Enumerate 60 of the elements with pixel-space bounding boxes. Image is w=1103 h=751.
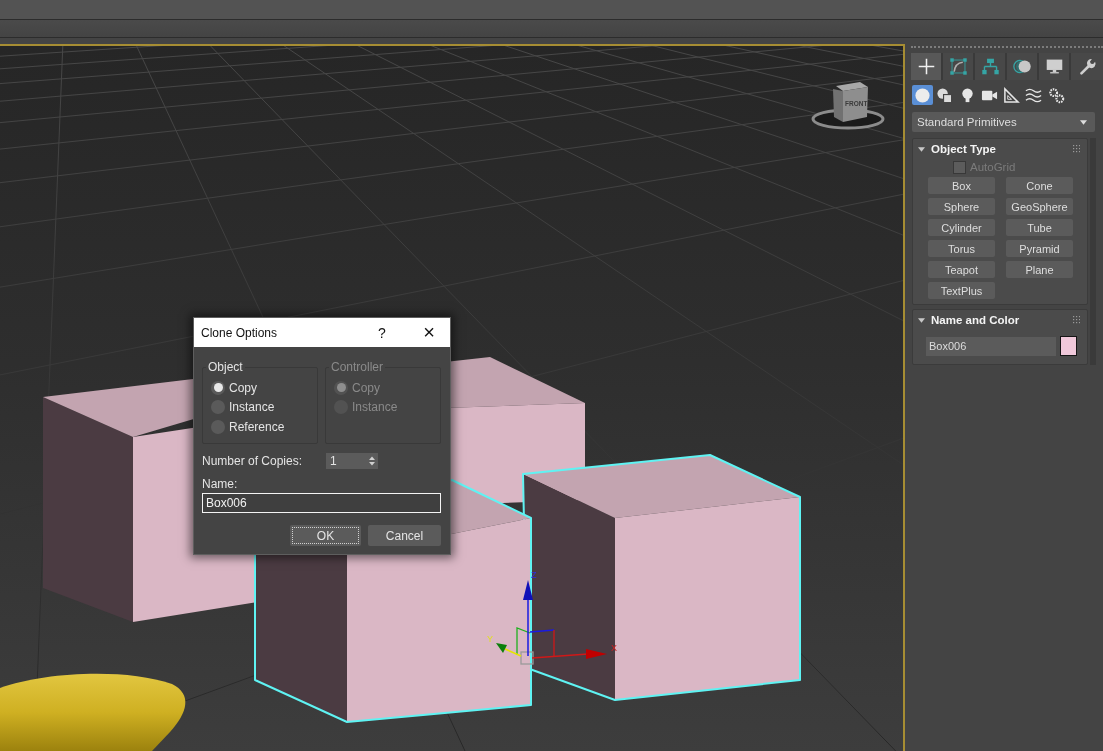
name-field[interactable]: Box006 — [202, 493, 441, 513]
monitor-icon — [1044, 57, 1064, 76]
ruler-triangle-icon — [1003, 86, 1021, 104]
rollout-title[interactable]: Object Type — [931, 143, 1073, 155]
triangle-icon[interactable] — [918, 316, 925, 324]
category-button[interactable] — [912, 85, 933, 105]
primitive-button[interactable]: Torus — [928, 240, 995, 257]
circles-icon — [1012, 57, 1032, 76]
group-title: Object — [207, 360, 244, 374]
triangle-icon[interactable] — [918, 145, 925, 153]
sphere-icon — [914, 86, 931, 104]
drag-handle[interactable] — [911, 46, 1103, 48]
caret-icon — [1080, 119, 1087, 125]
box-object[interactable] — [522, 454, 801, 701]
circle-square-icon — [936, 86, 954, 104]
primitive-button[interactable]: Box — [928, 177, 995, 194]
primitive-button[interactable]: Teapot — [928, 261, 995, 278]
wrench-icon — [1077, 57, 1097, 76]
primitive-button[interactable]: TextPlus — [928, 282, 995, 299]
close-button[interactable]: × — [416, 318, 442, 347]
radio-button[interactable] — [211, 380, 225, 395]
copies-spinner[interactable]: 1 — [326, 453, 378, 469]
dialog-title: Clone Options — [200, 325, 279, 340]
group-title: Controller — [330, 360, 385, 374]
gears-icon — [1047, 86, 1065, 104]
gizmo-plane-handles[interactable] — [516, 627, 555, 665]
primitive-button[interactable]: Cylinder — [928, 219, 995, 236]
spinner-arrows-icon[interactable] — [369, 456, 375, 466]
primitive-button[interactable]: Cone — [1006, 177, 1073, 194]
viewcube[interactable] — [811, 82, 885, 130]
ok-button[interactable]: OK — [290, 525, 361, 546]
axis-arrow[interactable] — [496, 643, 522, 657]
waves-icon — [1025, 86, 1043, 104]
radio-label[interactable]: Copy — [229, 380, 257, 395]
copies-label: Number of Copies: — [202, 454, 304, 468]
primitive-button[interactable]: Plane — [1006, 261, 1073, 278]
hierarchy-icon — [980, 57, 1000, 76]
grip-dots-icon[interactable] — [1072, 145, 1080, 153]
primitive-button[interactable]: Tube — [1006, 219, 1073, 236]
panel-tab[interactable] — [911, 53, 943, 80]
category-dropdown[interactable]: Standard Primitives — [912, 112, 1095, 132]
radio-label[interactable]: Reference — [229, 419, 285, 434]
help-button[interactable]: ? — [370, 318, 394, 347]
object-name-field[interactable]: Box006 — [926, 336, 1056, 356]
rollout-title[interactable]: Name and Color — [931, 314, 1073, 326]
primitive-button[interactable]: GeoSphere — [1006, 198, 1073, 215]
curved-object[interactable] — [0, 673, 186, 751]
axis-label: Y — [487, 634, 493, 644]
radio-label[interactable]: Instance — [229, 400, 275, 415]
grip-dots-icon[interactable] — [1072, 316, 1080, 324]
name-label: Name: — [202, 477, 238, 491]
primitive-button[interactable]: Pyramid — [1006, 240, 1073, 257]
cancel-button[interactable]: Cancel — [368, 525, 441, 546]
color-swatch-icon[interactable] — [1060, 336, 1077, 356]
plus-icon — [916, 57, 936, 76]
axis-arrow[interactable] — [523, 580, 533, 657]
curve-frame-icon — [948, 57, 968, 76]
primitive-button[interactable]: Sphere — [928, 198, 995, 215]
dialog-title-bar[interactable]: Clone Options ? × — [194, 318, 450, 347]
category-button[interactable] — [1001, 85, 1023, 105]
